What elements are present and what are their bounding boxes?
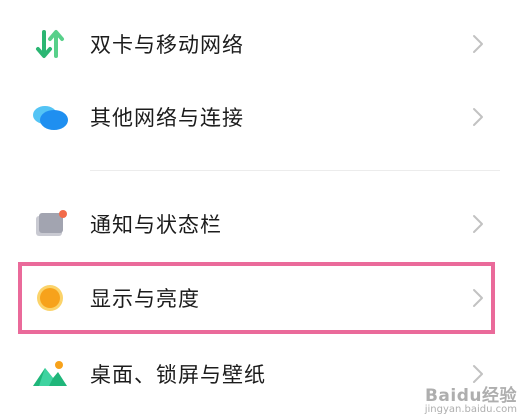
baidu-watermark: Baidu经验 jingyan.baidu.com	[425, 381, 517, 415]
settings-item-label: 双卡与移动网络	[90, 33, 244, 57]
watermark-sub-text: jingyan.baidu.com	[424, 404, 517, 415]
settings-item-label: 通知与状态栏	[90, 213, 222, 237]
section-divider	[90, 170, 500, 171]
chevron-right-icon	[468, 211, 488, 237]
settings-item-label: 其他网络与连接	[90, 106, 244, 130]
settings-item-label: 显示与亮度	[90, 287, 200, 311]
dual-sim-arrows-icon	[28, 22, 72, 66]
brightness-sun-icon	[28, 276, 72, 320]
settings-item-label: 桌面、锁屏与壁纸	[90, 363, 266, 387]
chevron-right-icon	[468, 285, 488, 311]
chevron-right-icon	[468, 104, 488, 130]
cloud-connection-icon	[28, 95, 72, 139]
settings-item-notifications[interactable]: 通知与状态栏	[0, 188, 527, 260]
wallpaper-mountain-icon	[28, 352, 72, 396]
settings-item-display-brightness[interactable]: 显示与亮度	[0, 262, 527, 334]
notification-card-icon	[28, 202, 72, 246]
watermark-main-text: Baidu经验	[424, 386, 517, 406]
settings-item-dual-sim[interactable]: 双卡与移动网络	[0, 8, 527, 80]
settings-item-other-networks[interactable]: 其他网络与连接	[0, 81, 527, 153]
chevron-right-icon	[468, 31, 488, 57]
